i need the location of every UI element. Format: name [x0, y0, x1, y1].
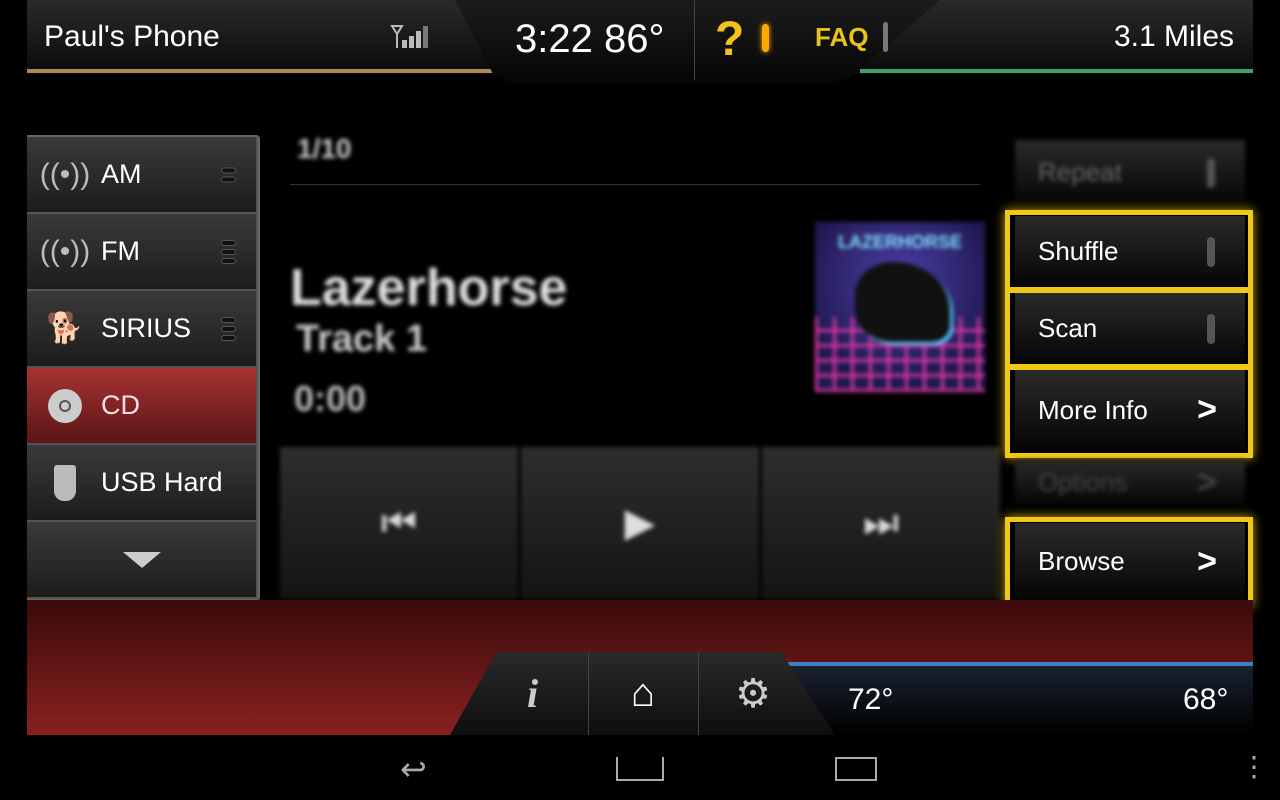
info-icon: i: [526, 671, 539, 716]
driver-temperature[interactable]: 72°: [848, 683, 893, 717]
chevron-right-icon: >: [1197, 390, 1217, 429]
source-fm[interactable]: ((•)) FM: [27, 214, 256, 289]
browse-button[interactable]: Browse >: [1015, 523, 1245, 600]
gears-icon: ⚙: [735, 671, 771, 716]
divider: [290, 184, 980, 185]
play-button[interactable]: ▶: [521, 447, 759, 599]
back-icon: ↩: [400, 751, 427, 787]
more-vert-icon: ⋮: [1240, 751, 1268, 782]
preset-bars-icon: [221, 167, 236, 182]
recents-button[interactable]: [835, 757, 877, 781]
help-indicator: [762, 24, 769, 52]
play-icon: ▶: [624, 501, 656, 545]
options-label: Options: [1038, 467, 1128, 497]
repeat-button[interactable]: Repeat: [1015, 140, 1245, 205]
home-button[interactable]: ⌂: [587, 652, 698, 735]
phone-accent-line: [27, 69, 517, 73]
more-info-label: More Info: [1038, 394, 1148, 425]
usb-icon: [45, 463, 85, 503]
source-label: AM: [101, 159, 142, 189]
shuffle-button[interactable]: Shuffle: [1015, 216, 1245, 287]
toggle-indicator: [1207, 157, 1215, 188]
sirius-dog-icon: 🐕: [46, 312, 84, 345]
repeat-label: Repeat: [1038, 157, 1122, 187]
phone-name[interactable]: Paul's Phone: [44, 20, 220, 54]
skip-forward-icon: ⏭: [863, 500, 899, 545]
distance-readout[interactable]: 3.1 Miles: [1114, 20, 1234, 54]
source-cd[interactable]: CD: [27, 368, 256, 443]
next-track-button[interactable]: ⏭: [762, 447, 1000, 599]
toggle-indicator: [1207, 236, 1215, 267]
source-list: ((•)) AM ((•)) FM 🐕 SIRIUS CD USB Hard: [27, 135, 260, 601]
options-button[interactable]: Options >: [1015, 460, 1245, 505]
more-info-button[interactable]: More Info >: [1015, 370, 1245, 450]
skip-back-icon: ⏮: [381, 500, 417, 545]
track-position: 1/10: [297, 133, 352, 164]
climate-bar: [775, 662, 1253, 735]
chevron-right-icon: >: [1197, 542, 1217, 580]
overflow-menu-button[interactable]: ⋮: [1240, 750, 1268, 783]
scan-label: Scan: [1038, 313, 1098, 343]
album-art-text: LAZERHORSE: [837, 232, 962, 252]
signal-icon: [390, 25, 428, 48]
preset-bars-icon: [221, 316, 236, 341]
toggle-indicator: [1207, 313, 1215, 344]
source-label: SIRIUS: [101, 313, 192, 343]
faq-button[interactable]: FAQ: [815, 22, 868, 53]
nav-accent-line: [860, 69, 1253, 73]
bottom-tab: i ⌂ ⚙: [450, 652, 835, 735]
source-label: FM: [101, 236, 140, 266]
previous-track-button[interactable]: ⏮: [280, 447, 518, 599]
chevron-right-icon: >: [1197, 463, 1217, 501]
album-art-horse: [855, 262, 950, 342]
info-button[interactable]: i: [478, 652, 588, 735]
radio-antenna-icon: ((•)): [39, 157, 91, 191]
clock-temperature: 3:22 86°: [515, 17, 665, 61]
passenger-temperature[interactable]: 68°: [1183, 683, 1228, 717]
source-sirius[interactable]: 🐕 SIRIUS: [27, 291, 256, 366]
scan-button[interactable]: Scan: [1015, 293, 1245, 364]
album-art: LAZERHORSE: [815, 222, 985, 392]
android-home-button[interactable]: [616, 757, 664, 781]
divider: [694, 0, 695, 80]
scroll-down-button[interactable]: [27, 522, 256, 597]
shuffle-label: Shuffle: [1038, 236, 1119, 266]
album-title: Lazerhorse: [290, 259, 568, 317]
browse-label: Browse: [1038, 546, 1125, 576]
source-label: USB Hard: [101, 467, 223, 497]
home-icon: ⌂: [630, 671, 656, 715]
transport-controls: ⏮ ▶ ⏭: [280, 447, 1000, 599]
source-am[interactable]: ((•)) AM: [27, 137, 256, 212]
chevron-down-icon: [122, 551, 161, 568]
source-usb[interactable]: USB Hard: [27, 445, 256, 520]
radio-antenna-icon: ((•)): [39, 234, 91, 268]
help-button[interactable]: ?: [715, 12, 744, 67]
track-name: Track 1: [296, 318, 427, 360]
back-button[interactable]: ↩: [400, 750, 427, 788]
source-label: CD: [101, 390, 140, 420]
disc-icon: [45, 386, 85, 426]
faq-indicator: [883, 22, 888, 52]
preset-bars-icon: [221, 239, 236, 264]
elapsed-time: 0:00: [294, 378, 367, 419]
